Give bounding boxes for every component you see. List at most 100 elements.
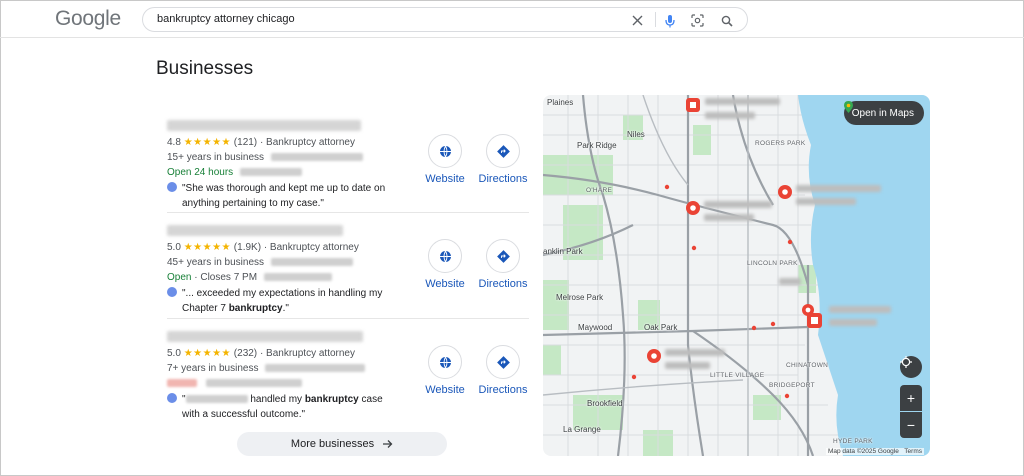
map-label: ROGERS PARK [755,140,806,147]
globe-icon[interactable] [428,239,462,273]
pin-label-redacted [796,198,856,205]
review-text-1: "... exceeded my expectations in handlin… [182,288,383,299]
review-count[interactable]: (121) [234,137,257,148]
years-line: 7+ years in business [167,363,366,374]
pin-label-redacted [665,362,710,369]
website-button[interactable]: Website [415,134,475,185]
hours-line [167,378,302,389]
review-text-1: " handled my bankruptcy case [182,394,383,405]
category: · Bankruptcy attorney [263,242,359,253]
review-keyword: bankruptcy [304,394,359,405]
section-title: Businesses [156,58,254,79]
business-name-redacted[interactable] [167,331,363,342]
mic-icon[interactable] [662,13,677,28]
directions-label[interactable]: Directions [473,384,533,396]
directions-icon[interactable] [486,345,520,379]
map-pin-icon [807,313,822,328]
years-line: 15+ years in business [167,152,363,163]
map-label: Brookfield [587,399,623,408]
phone-redacted [239,168,302,177]
directions-label[interactable]: Directions [473,278,533,290]
pin-label-redacted [665,349,725,356]
rating-value: 4.8 [167,137,181,148]
lens-icon[interactable] [690,13,705,28]
open-in-maps-label[interactable]: Open in Maps [852,108,914,119]
map-label: anklin Park [543,247,583,256]
rating-line: 4.8 ★★★★★ (121) · Bankruptcy attorney [167,137,355,148]
more-businesses-button[interactable]: More businesses [237,432,447,456]
map-pin-icon [686,201,700,215]
review-snippet: "She was thorough and kept me up to date… [167,181,385,211]
listing-divider [167,318,529,319]
status-redacted [167,379,197,388]
address-redacted [270,153,363,162]
directions-button[interactable]: Directions [473,134,533,185]
years-in-business: 45+ years in business [167,257,265,268]
pin-label-redacted [796,185,881,192]
reviewer-avatar [167,287,177,297]
map-label: LITTLE VILLAGE [710,372,765,379]
map-panel[interactable]: Plaines Park Ridge Niles O'HARE ROGERS P… [543,95,930,456]
review-count[interactable]: (232) [234,348,257,359]
close-icon[interactable] [630,13,645,28]
business-name-redacted[interactable] [167,120,361,131]
globe-icon[interactable] [428,134,462,168]
business-listing-2[interactable]: 5.0 ★★★★★ (1.9K) · Bankruptcy attorney 4… [156,219,529,325]
website-button[interactable]: Website [415,345,475,396]
pin-label-redacted [705,98,780,105]
pin-label-redacted [704,201,772,208]
directions-label[interactable]: Directions [473,173,533,185]
years-line: 45+ years in business [167,257,353,268]
review-text-mid: handled my [250,394,305,405]
map-pin-icon [686,98,700,112]
review-count[interactable]: (1.9K) [234,242,261,253]
pin-label-redacted [779,278,801,285]
listing-divider [167,212,529,213]
review-text-plain: Chapter 7 [182,303,229,314]
website-label[interactable]: Website [415,278,475,290]
website-label[interactable]: Website [415,384,475,396]
rating-line: 5.0 ★★★★★ (1.9K) · Bankruptcy attorney [167,242,359,253]
pin-label-redacted [829,306,891,313]
zoom-in-button[interactable]: + [900,385,922,411]
zoom-out-button[interactable]: − [900,412,922,438]
website-label[interactable]: Website [415,173,475,185]
closing-time: · Closes 7 PM [194,272,258,283]
map-label: Park Ridge [577,141,617,150]
business-listing-3[interactable]: 5.0 ★★★★★ (232) · Bankruptcy attorney 7+… [156,325,529,431]
search-input[interactable]: bankruptcy attorney chicago [157,13,295,25]
map-label: Maywood [578,323,613,332]
google-logo[interactable]: Google [55,7,121,31]
my-location-button[interactable] [900,356,922,378]
review-text-2: anything pertaining to my case." [182,198,324,209]
review-snippet: " handled my bankruptcy case with a succ… [167,392,383,422]
map-label: CHINATOWN [786,362,829,369]
search-box[interactable]: bankruptcy attorney chicago [142,7,748,32]
search-separator [655,12,656,27]
website-button[interactable]: Website [415,239,475,290]
review-text-2: with a successful outcome." [182,409,306,420]
directions-icon[interactable] [486,239,520,273]
map-label: BRIDGEPORT [769,382,815,389]
rating-stars: ★★★★★ [183,348,232,359]
business-listing-1[interactable]: 4.8 ★★★★★ (121) · Bankruptcy attorney 15… [156,114,529,220]
globe-icon[interactable] [428,345,462,379]
terms-link[interactable]: Terms [904,448,922,455]
attribution-text: Map data ©2025 Google [827,448,899,455]
open-status: Open 24 hours [167,167,234,178]
directions-button[interactable]: Directions [473,345,533,396]
address-redacted [265,364,366,373]
business-name-redacted[interactable] [167,225,343,236]
review-snippet: "... exceeded my expectations in handlin… [167,286,382,316]
map-label: Oak Park [644,323,678,332]
review-text-1: "She was thorough and kept me up to date… [182,183,386,194]
directions-icon[interactable] [486,134,520,168]
map-label: LINCOLN PARK [747,260,798,267]
map-pin-icon [778,185,792,199]
more-businesses-label[interactable]: More businesses [291,438,374,450]
search-icon[interactable] [719,13,734,28]
directions-button[interactable]: Directions [473,239,533,290]
open-in-maps-button[interactable]: Open in Maps [843,101,924,125]
reviewer-avatar [167,393,177,403]
hours-line: Open 24 hours [167,167,302,178]
